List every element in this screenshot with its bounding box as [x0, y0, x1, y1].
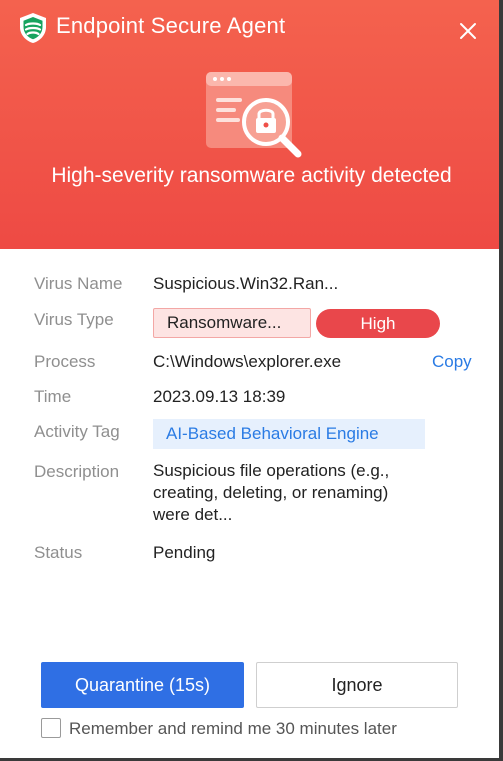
description-line: creating, deleting, or renaming) — [153, 483, 389, 502]
remember-checkbox[interactable] — [41, 718, 61, 738]
description-text: Suspicious file operations (e.g., creati… — [153, 460, 473, 526]
app-title: Endpoint Secure Agent — [56, 13, 286, 38]
alert-window: Endpoint Secure Agent High-severity rans… — [0, 0, 503, 761]
severity-badge: High — [316, 309, 440, 338]
shield-logo-icon — [20, 13, 46, 43]
process-label: Process — [34, 352, 96, 371]
browser-lock-magnifier-icon — [206, 72, 302, 158]
activity-tag-label: Activity Tag — [34, 422, 120, 441]
alert-headline: High-severity ransomware activity detect… — [51, 164, 452, 187]
time-value: 2023.09.13 18:39 — [153, 387, 286, 406]
description-line: were det... — [153, 505, 233, 524]
process-path: C:\Windows\explorer.exe — [153, 352, 342, 371]
activity-tag-badge: AI-Based Behavioral Engine — [153, 419, 425, 449]
description-label: Description — [34, 462, 120, 481]
copy-link[interactable]: Copy — [432, 352, 472, 372]
alert-header: Endpoint Secure Agent High-severity rans… — [0, 0, 503, 249]
status-label: Status — [34, 543, 83, 562]
virus-type-label: Virus Type — [34, 310, 114, 329]
time-label: Time — [34, 387, 72, 406]
virus-name-value: Suspicious.Win32.Ran... — [153, 274, 339, 293]
virus-name-label: Virus Name — [34, 274, 123, 293]
window-border-right — [499, 0, 503, 761]
ignore-button[interactable]: Ignore — [256, 662, 458, 708]
status-value: Pending — [153, 543, 216, 562]
remember-label[interactable]: Remember and remind me 30 minutes later — [69, 719, 397, 739]
close-icon[interactable] — [455, 18, 481, 44]
description-line: Suspicious file operations (e.g., — [153, 461, 390, 480]
quarantine-button[interactable]: Quarantine (15s) — [41, 662, 244, 708]
virus-type-badge: Ransomware... — [153, 308, 311, 338]
